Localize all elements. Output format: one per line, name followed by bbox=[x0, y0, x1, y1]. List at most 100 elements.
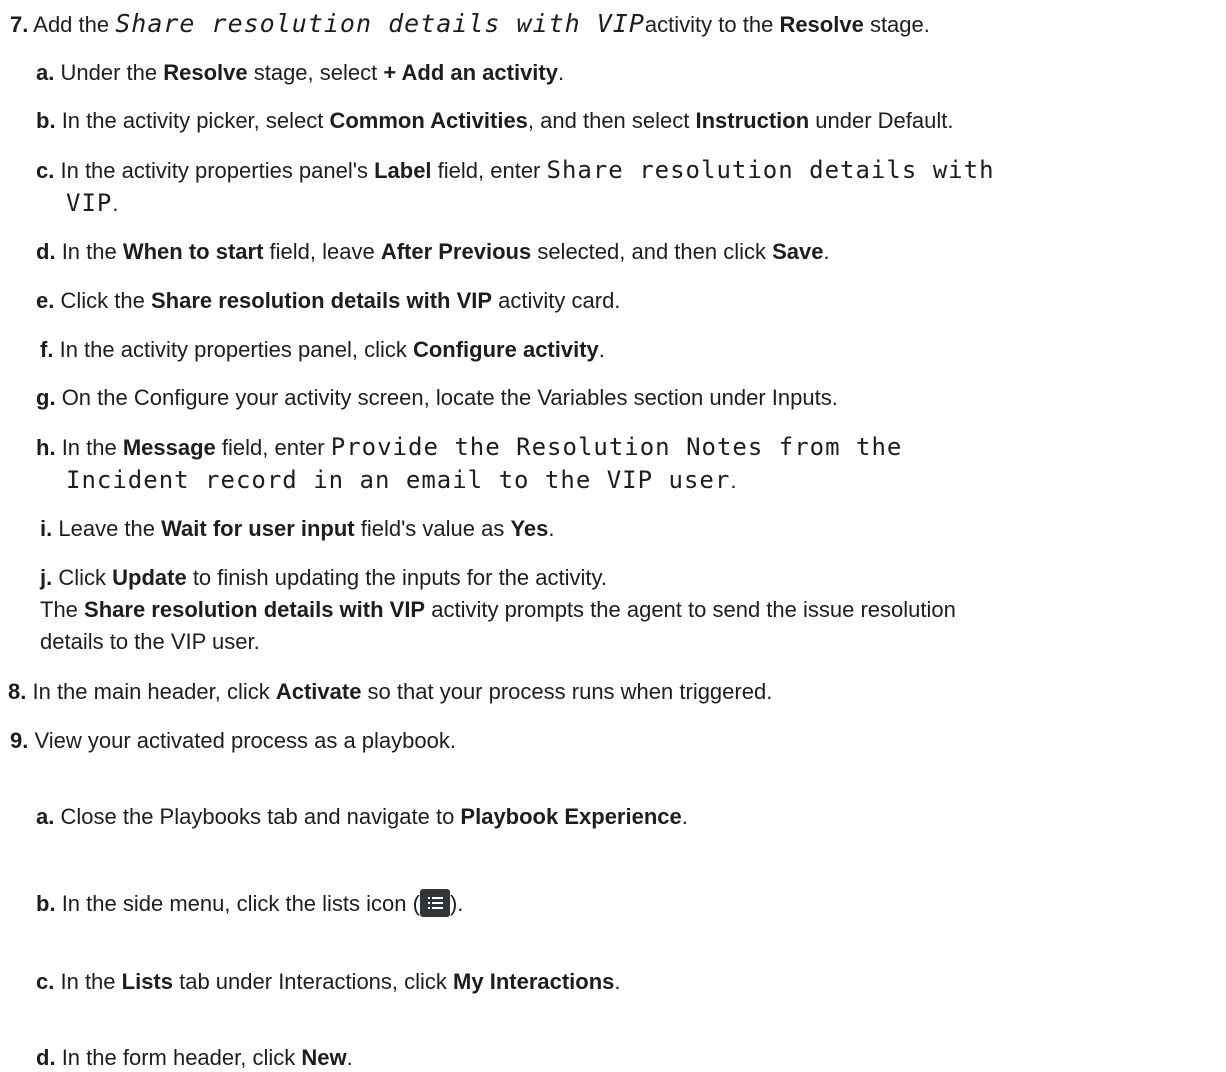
instruction-document: 7. Add the Share resolution details with… bbox=[0, 0, 1226, 1071]
text: details to the VIP user. bbox=[40, 629, 260, 654]
text: so that your process runs when triggered… bbox=[361, 679, 773, 704]
bold-text: Save bbox=[772, 239, 824, 264]
step-7h-cont: Incident record in an email to the VIP u… bbox=[66, 466, 736, 495]
substep-letter: d. bbox=[36, 239, 56, 264]
step-7c: c. In the activity properties panel's La… bbox=[36, 156, 995, 185]
text: . bbox=[681, 804, 688, 829]
activity-name: Share resolution details with VIP bbox=[115, 9, 645, 38]
text: under Default. bbox=[809, 108, 954, 133]
text: Add the bbox=[33, 12, 116, 37]
text: . bbox=[112, 191, 119, 216]
text: In the activity picker, select bbox=[61, 108, 330, 133]
bold-text: Configure activity bbox=[412, 337, 599, 362]
bold-text: Label bbox=[374, 158, 432, 183]
list-icon bbox=[419, 889, 450, 917]
text: Leave the bbox=[58, 516, 162, 541]
code-text: Provide the Resolution Notes from the bbox=[330, 433, 903, 461]
text: In the main header, click bbox=[32, 679, 276, 704]
step-7-result-cont: details to the VIP user. bbox=[40, 628, 260, 656]
substep-letter: b. bbox=[36, 891, 56, 916]
bold-text: Wait for user input bbox=[161, 516, 355, 541]
step-7c-cont: VIP. bbox=[66, 189, 118, 218]
text: . bbox=[557, 60, 565, 85]
text: . bbox=[548, 516, 555, 541]
bold-text: Lists bbox=[121, 969, 173, 994]
text: , and then select bbox=[527, 108, 696, 133]
text: tab under Interactions, click bbox=[173, 969, 454, 994]
substep-letter: b. bbox=[36, 108, 56, 133]
text: In the bbox=[61, 435, 123, 460]
bold-text: Resolve bbox=[163, 60, 248, 85]
step-7j: j. Click Update to finish updating the i… bbox=[40, 564, 607, 592]
text: . bbox=[346, 1045, 353, 1070]
step-number: 8. bbox=[8, 679, 27, 704]
text: The bbox=[40, 597, 85, 622]
step-7g: g. On the Configure your activity screen… bbox=[36, 384, 838, 412]
text: . bbox=[598, 337, 605, 362]
bold-text: Share resolution details with VIP bbox=[150, 288, 493, 313]
text: ). bbox=[449, 891, 464, 916]
text: In the activity properties panel, click bbox=[59, 337, 413, 362]
text: field, enter bbox=[215, 435, 331, 460]
step-9: 9. View your activated process as a play… bbox=[10, 727, 456, 755]
text: View your activated process as a playboo… bbox=[34, 728, 456, 753]
text: In the form header, click bbox=[61, 1045, 302, 1070]
substep-letter: i. bbox=[40, 516, 53, 541]
bold-text: Instruction bbox=[695, 108, 810, 133]
text: Click the bbox=[60, 288, 151, 313]
bold-text: Activate bbox=[275, 679, 362, 704]
bold-text: When to start bbox=[122, 239, 264, 264]
bold-text: Message bbox=[122, 435, 216, 460]
substep-letter: j. bbox=[40, 565, 53, 590]
bold-text: Common Activities bbox=[329, 108, 528, 133]
step-7b: b. In the activity picker, select Common… bbox=[36, 107, 953, 135]
text: In the side menu, click the lists icon ( bbox=[61, 891, 420, 916]
text: activity to the bbox=[644, 12, 780, 37]
text: stage, select bbox=[247, 60, 384, 85]
text: field, leave bbox=[263, 239, 381, 264]
text: activity prompts the agent to send the i… bbox=[425, 597, 956, 622]
step-8: 8. In the main header, click Activate so… bbox=[8, 678, 772, 706]
substep-letter: a. bbox=[36, 804, 55, 829]
bold-text: + Add an activity bbox=[383, 60, 558, 85]
text: In the bbox=[60, 969, 122, 994]
substep-letter: c. bbox=[36, 158, 55, 183]
step-9a: a. Close the Playbooks tab and navigate … bbox=[36, 803, 688, 831]
substep-letter: c. bbox=[36, 969, 55, 994]
bold-text: My Interactions bbox=[453, 969, 615, 994]
text: stage. bbox=[863, 12, 930, 37]
substep-letter: f. bbox=[40, 337, 54, 362]
text: In the activity properties panel's bbox=[60, 158, 375, 183]
text: . bbox=[823, 239, 830, 264]
text: In the bbox=[61, 239, 123, 264]
step-number: 7. bbox=[10, 12, 29, 37]
step-7: 7. Add the Share resolution details with… bbox=[10, 10, 930, 39]
substep-letter: h. bbox=[36, 435, 56, 460]
text: . bbox=[614, 969, 621, 994]
step-9d: d. In the form header, click New. bbox=[36, 1044, 353, 1072]
substep-letter: e. bbox=[36, 288, 55, 313]
step-7f: f. In the activity properties panel, cli… bbox=[40, 336, 605, 364]
bold-text: New bbox=[301, 1045, 347, 1070]
stage-name: Resolve bbox=[779, 12, 864, 37]
step-7-result: The Share resolution details with VIP ac… bbox=[40, 596, 956, 624]
bold-text: After Previous bbox=[380, 239, 532, 264]
bold-text: Update bbox=[112, 565, 187, 590]
step-7h: h. In the Message field, enter Provide t… bbox=[36, 433, 902, 462]
text: to finish updating the inputs for the ac… bbox=[186, 565, 607, 590]
step-7d: d. In the When to start field, leave Aft… bbox=[36, 238, 830, 266]
text: Click bbox=[58, 565, 113, 590]
text: activity card. bbox=[492, 288, 621, 313]
substep-letter: a. bbox=[36, 60, 55, 85]
code-text: Incident record in an email to the VIP u… bbox=[66, 466, 731, 494]
text: Under the bbox=[60, 60, 164, 85]
step-7i: i. Leave the Wait for user input field's… bbox=[40, 515, 555, 543]
text: On the Configure your activity screen, l… bbox=[61, 385, 838, 410]
step-7a: a. Under the Resolve stage, select + Add… bbox=[36, 59, 564, 87]
step-7e: e. Click the Share resolution details wi… bbox=[36, 287, 620, 315]
code-text: VIP bbox=[66, 189, 113, 217]
step-9b: b. In the side menu, click the lists ico… bbox=[36, 889, 463, 918]
text: field's value as bbox=[354, 516, 511, 541]
text: Close the Playbooks tab and navigate to bbox=[60, 804, 461, 829]
code-text: Share resolution details with bbox=[546, 156, 995, 184]
